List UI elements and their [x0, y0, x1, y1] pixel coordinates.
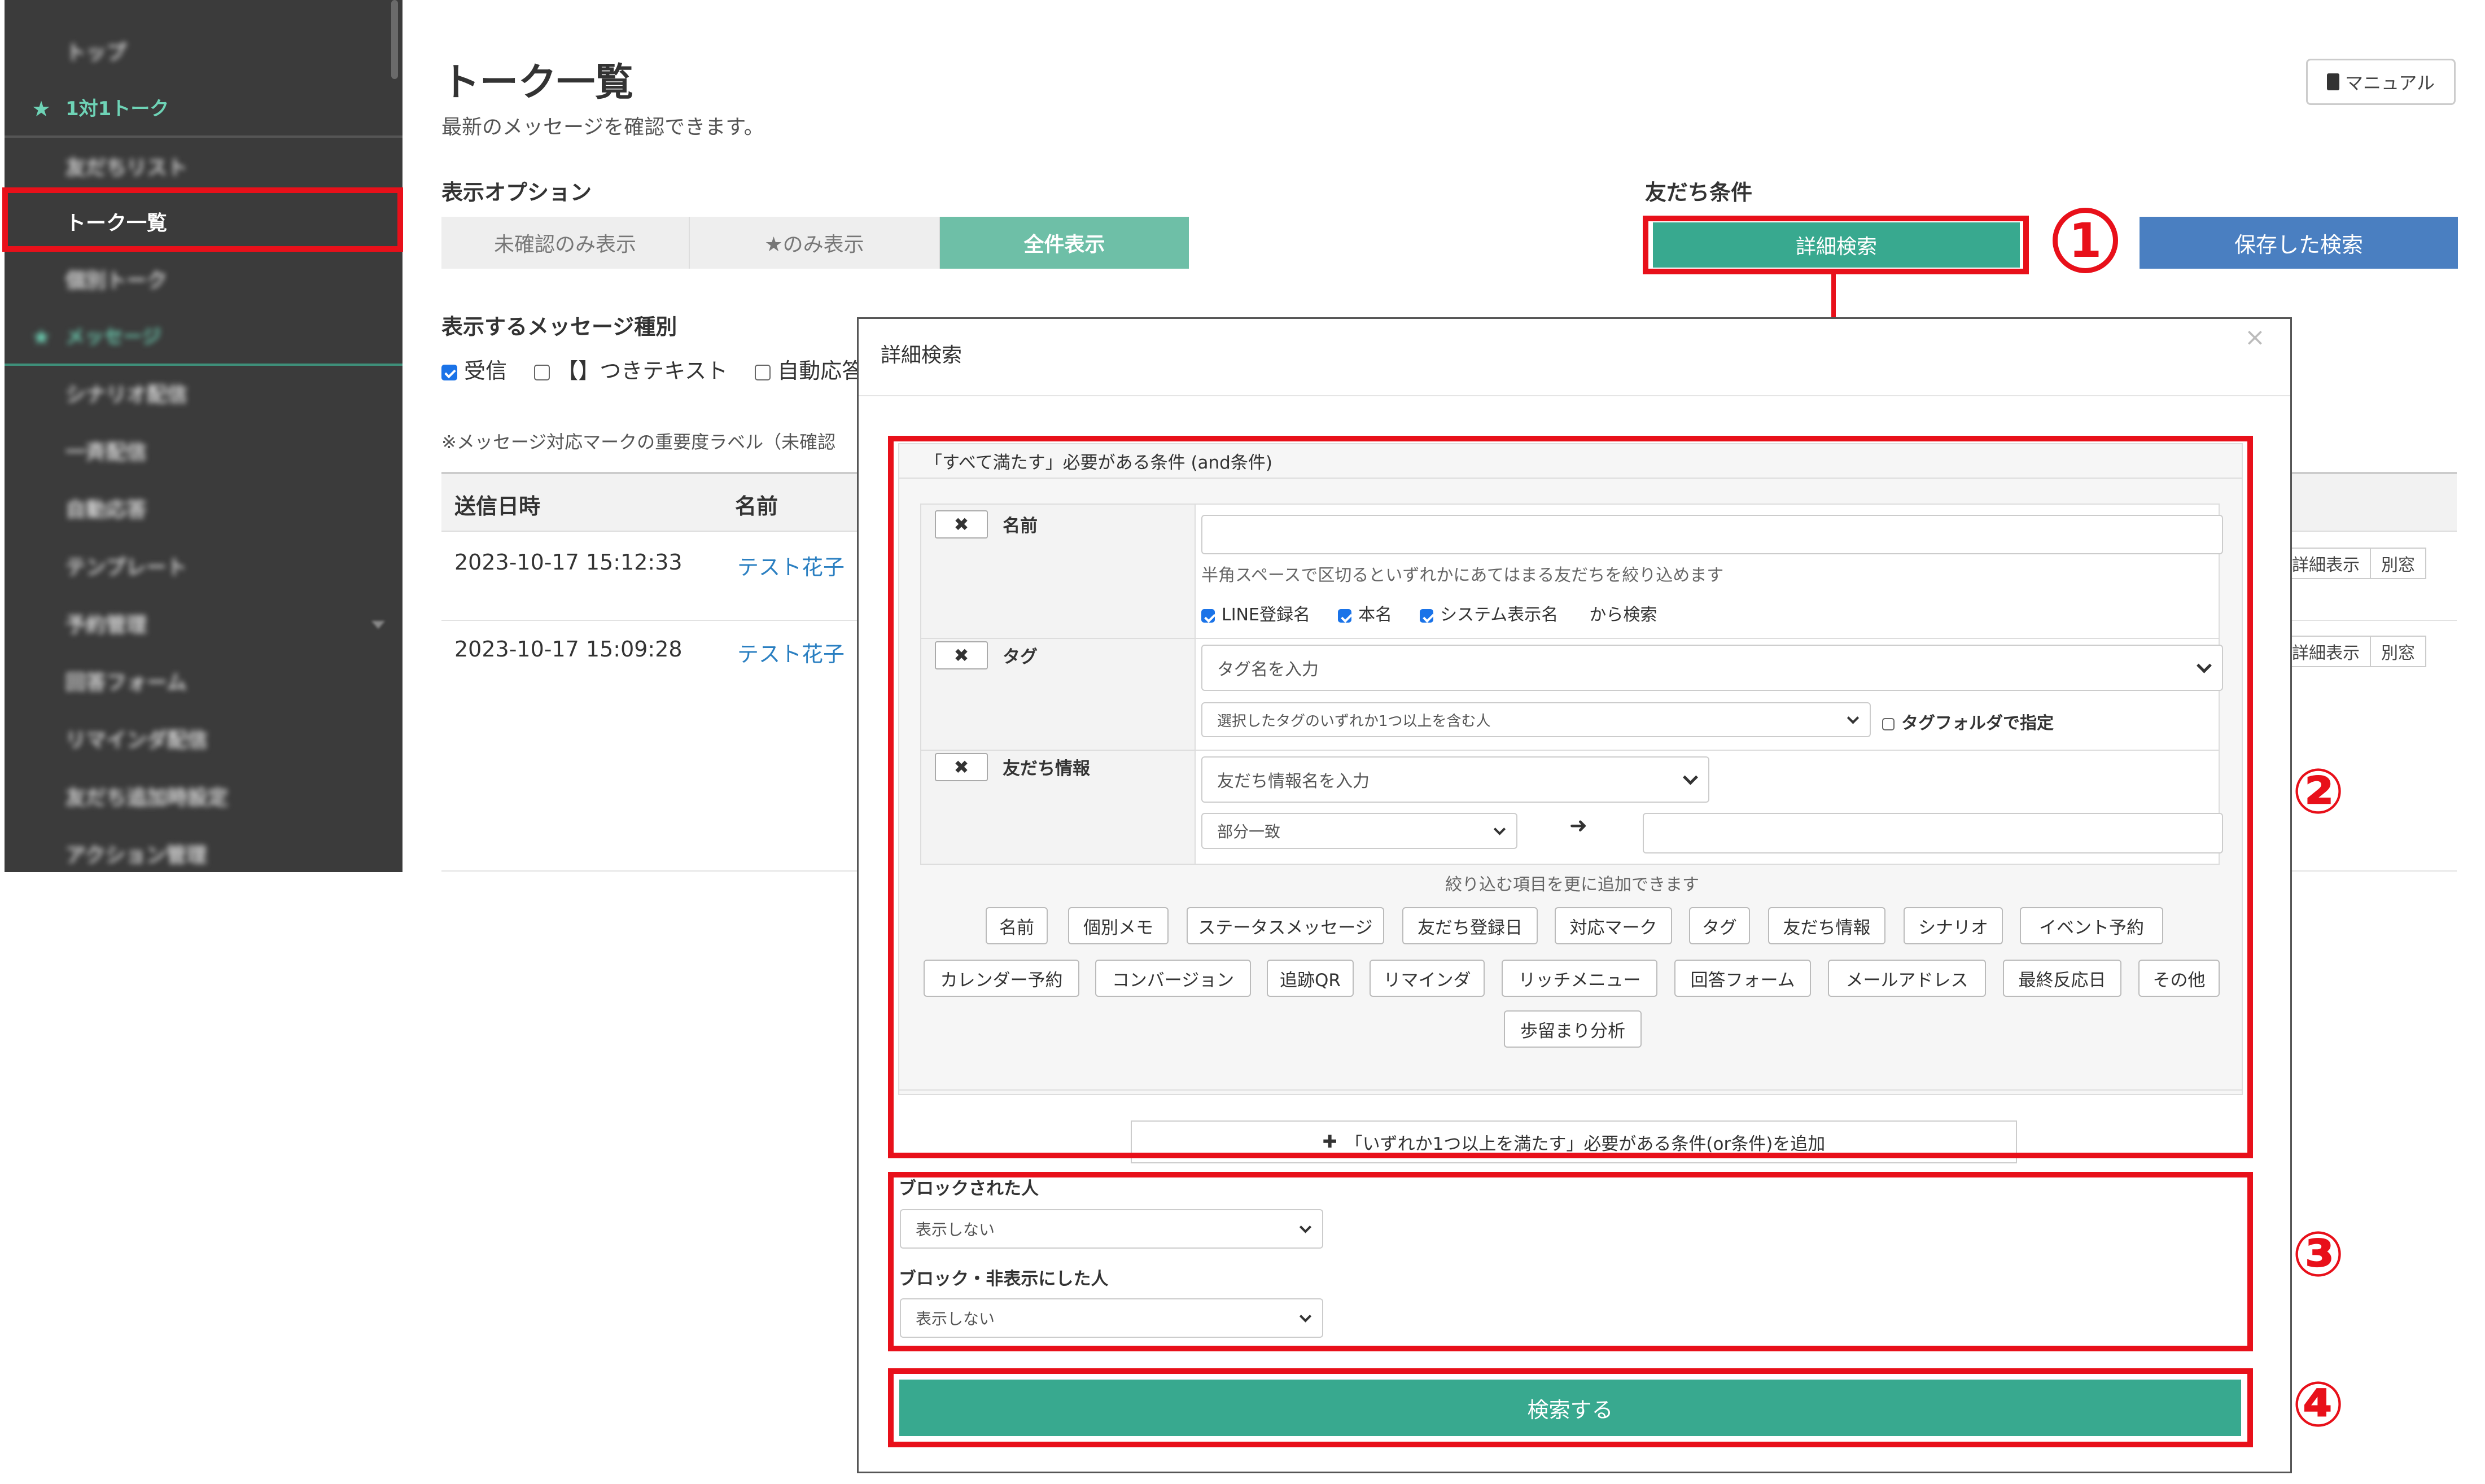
friend-conditions-label: 友だち条件	[1645, 180, 1753, 205]
detail-view-button[interactable]: 詳細表示	[2281, 548, 2371, 579]
page-title: トーク一覧	[441, 60, 634, 105]
new-window-button[interactable]: 別窓	[2370, 548, 2426, 579]
checkbox-auto-reply[interactable]	[755, 364, 771, 380]
segment-unread-only[interactable]: 未確認のみ表示	[441, 217, 690, 269]
sidebar-item-broadcast[interactable]: 一斉配信	[5, 424, 403, 481]
segment-show-all[interactable]: 全件表示	[940, 217, 1189, 269]
highlight-search-button	[888, 1368, 2253, 1447]
sidebar-item-auto-reply[interactable]: 自動応答	[5, 482, 403, 539]
display-options-label: 表示オプション	[441, 180, 592, 205]
sidebar-item-top[interactable]: トップ	[5, 25, 403, 81]
book-icon	[2326, 73, 2339, 90]
star-icon: ★	[32, 97, 51, 121]
manual-button[interactable]: マニュアル	[2306, 59, 2456, 105]
annotation-number-4: ④	[2292, 1368, 2345, 1441]
modal-title: 詳細検索	[881, 344, 963, 367]
close-icon[interactable]: ×	[2245, 323, 2265, 352]
message-type-options: 受信 【】つきテキスト 自動応答	[441, 353, 863, 384]
row-datetime: 2023-10-17 15:09:28	[454, 637, 683, 662]
chevron-down-icon	[371, 621, 385, 629]
sidebar-group-1on1-talk[interactable]: ★ 1対1トーク	[5, 81, 403, 137]
sidebar-divider	[5, 135, 403, 138]
row-name-link[interactable]: テスト花子	[737, 637, 845, 668]
checkbox-label: 受信	[464, 358, 508, 383]
sidebar-item-individual-talk[interactable]: 個別トーク	[5, 253, 403, 309]
star-icon: ★	[32, 325, 51, 349]
sidebar-item-scenario[interactable]: シナリオ配信	[5, 367, 403, 423]
checkbox-label: 【】つきテキスト	[557, 358, 728, 383]
checkbox-bracket-text[interactable]	[534, 364, 550, 380]
sidebar-group-label: 1対1トーク	[65, 98, 169, 120]
importance-note: ※メッセージ対応マークの重要度ラベル（未確認	[441, 431, 836, 453]
page-subtitle: 最新のメッセージを確認できます。	[441, 116, 764, 139]
sidebar-divider	[5, 364, 403, 366]
column-header-datetime[interactable]: 送信日時	[454, 489, 540, 520]
sidebar-item-answer-form[interactable]: 回答フォーム	[5, 655, 403, 711]
annotation-number-1: 1	[2053, 208, 2118, 273]
highlight-detail-search	[1643, 216, 2029, 274]
highlight-conditions	[888, 436, 2253, 1158]
manual-label: マニュアル	[2344, 72, 2435, 94]
sidebar-group-label: メッセージ	[65, 326, 161, 348]
segment-starred-only[interactable]: ★のみ表示	[690, 217, 940, 269]
row-name-link[interactable]: テスト花子	[737, 550, 845, 581]
new-window-button[interactable]: 別窓	[2370, 636, 2426, 667]
sidebar: トップ ★ 1対1トーク 友だちリスト トーク一覧 個別トーク ★ メッセージ …	[5, 0, 403, 872]
row-datetime: 2023-10-17 15:12:33	[454, 550, 683, 575]
sidebar-item-action[interactable]: アクション管理	[5, 828, 403, 884]
sidebar-item-template[interactable]: テンプレート	[5, 540, 403, 596]
saved-search-button[interactable]: 保存した検索	[2140, 217, 2458, 269]
checkbox-received[interactable]	[441, 364, 457, 380]
sidebar-item-reminder[interactable]: リマインダ配信	[5, 712, 403, 769]
annotation-number-3: ③	[2292, 1218, 2345, 1290]
annotation-number-2: ②	[2292, 755, 2345, 828]
checkbox-label: 自動応答	[777, 358, 864, 383]
sidebar-group-message[interactable]: ★ メッセージ	[5, 309, 403, 365]
highlight-block-options	[888, 1172, 2253, 1351]
sidebar-item-friend-add-settings[interactable]: 友だち追加時設定	[5, 770, 403, 826]
message-types-label: 表示するメッセージ種別	[441, 314, 677, 339]
detail-view-button[interactable]: 詳細表示	[2281, 636, 2371, 667]
highlight-talk-list	[2, 187, 403, 252]
sidebar-item-reservation[interactable]: 予約管理	[5, 597, 403, 654]
column-header-name[interactable]: 名前	[735, 489, 778, 520]
modal-header-divider	[859, 395, 2290, 396]
